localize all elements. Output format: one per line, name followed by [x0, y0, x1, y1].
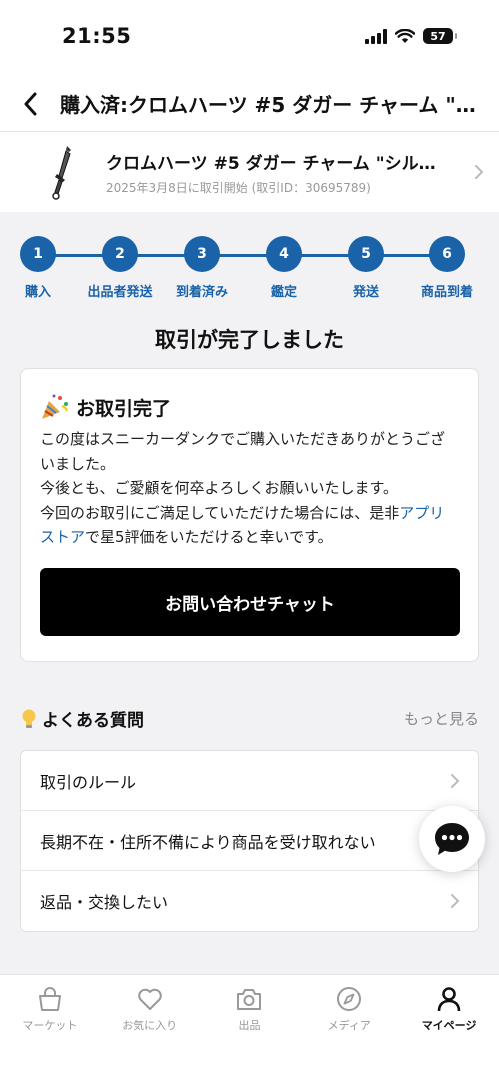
tab-label: 出品	[238, 1019, 261, 1032]
chevron-left-icon	[24, 92, 37, 115]
step-number: 3	[184, 236, 220, 272]
step-label: 購入	[24, 285, 51, 300]
tab-sell[interactable]: 出品	[200, 975, 300, 1080]
tab-label: お気に入り	[122, 1019, 178, 1032]
person-icon	[437, 987, 461, 1012]
bag-icon	[38, 987, 61, 1011]
step-label: 到着済み	[175, 285, 228, 300]
faq-title-text: よくある質問	[42, 711, 144, 731]
battery-icon: 57	[423, 28, 457, 44]
step-number: 4	[266, 236, 302, 272]
tab-media[interactable]: メディア	[299, 975, 399, 1080]
step-label: 出品者発送	[87, 285, 153, 300]
faq-item-return-exchange[interactable]: 返品・交換したい	[21, 871, 478, 931]
compass-icon	[337, 987, 362, 1011]
step-number: 1	[20, 236, 56, 272]
back-button[interactable]	[0, 76, 60, 132]
faq-item-cannot-receive[interactable]: 長期不在・住所不備により商品を受け取れない	[21, 811, 478, 871]
message-line: 今回のお取引にご満足していただけた場合には、是非アプリストアで星5評価をいただけ…	[40, 501, 459, 550]
signal-icon	[365, 28, 387, 44]
faq-list: 取引のルール 長期不在・住所不備により商品を受け取れない 返品・交換したい	[20, 750, 479, 932]
card-message: この度はスニーカーダンクでご購入いただきありがとうございました。 今後とも、ご愛…	[40, 427, 459, 550]
step-label: 商品到着	[420, 285, 473, 300]
faq-title: よくある質問	[20, 706, 144, 731]
message-text: 今回のお取引にご満足していただけた場合には、是非	[40, 503, 400, 522]
wifi-icon	[395, 28, 415, 43]
step-label: 鑑定	[270, 285, 297, 300]
step-seller-shipped: 2 出品者発送	[80, 236, 160, 300]
step-number: 6	[429, 236, 465, 272]
chevron-right-icon	[451, 894, 460, 908]
card-title: お取引完了	[40, 393, 459, 421]
message-line: この度はスニーカーダンクでご購入いただきありがとうございました。	[40, 430, 446, 473]
camera-icon	[237, 989, 262, 1010]
tab-label: マーケット	[22, 1019, 78, 1032]
status-icons: 57	[365, 28, 457, 44]
step-label: 発送	[352, 285, 379, 300]
tab-market[interactable]: マーケット	[0, 975, 100, 1080]
completion-heading: 取引が完了しました	[155, 328, 344, 352]
step-number: 5	[348, 236, 384, 272]
party-popper-icon	[42, 394, 68, 419]
product-thumbnail	[36, 142, 88, 202]
completion-card: お取引完了 この度はスニーカーダンクでご購入いただきありがとうございました。 今…	[20, 368, 479, 662]
faq-header: よくある質問 もっと見る	[20, 706, 479, 731]
step-purchase: 1 購入	[0, 236, 78, 300]
faq-item-label: 返品・交換したい	[40, 893, 169, 912]
dagger-charm-image	[52, 146, 71, 200]
faq-item-rules[interactable]: 取引のルール	[21, 751, 478, 811]
heart-icon	[137, 988, 162, 1010]
card-title-text: お取引完了	[76, 397, 172, 420]
step-shipped: 5 発送	[326, 236, 406, 300]
tab-label: マイページ	[421, 1019, 477, 1032]
product-row[interactable]: クロムハーツ #5 ダガー チャーム "シルバー" 2025年3月8日に取引開始…	[0, 132, 499, 212]
lightbulb-icon	[22, 709, 36, 728]
product-info: クロムハーツ #5 ダガー チャーム "シルバー" 2025年3月8日に取引開始…	[106, 149, 459, 196]
faq-more-link[interactable]: もっと見る	[404, 708, 479, 729]
step-authentication: 4 鑑定	[244, 236, 324, 300]
chevron-right-icon	[459, 164, 499, 180]
tab-label: メディア	[327, 1019, 371, 1032]
floating-chat-button[interactable]	[419, 806, 485, 872]
bottom-tab-bar: マーケット お気に入り 出品 メディア マイページ	[0, 974, 499, 1080]
product-name: クロムハーツ #5 ダガー チャーム "シルバー"	[106, 153, 440, 174]
product-subtitle: 2025年3月8日に取引開始 (取引ID：30695789)	[106, 180, 371, 195]
message-line: 今後とも、ご愛顧を何卒よろしくお願いいたします。	[40, 479, 399, 497]
nav-header: 購入済:クロムハーツ #5 ダガー チャーム "シルバー"	[0, 76, 499, 132]
progress-steps: 1 購入 2 出品者発送 3 到着済み 4 鑑定 5 発送 6 商品到着	[0, 236, 499, 302]
message-text: で星5評価をいただけると幸いです。	[85, 528, 333, 546]
status-time: 21:55	[62, 24, 132, 48]
step-arrived: 3 到着済み	[162, 236, 242, 300]
step-delivered: 6 商品到着	[407, 236, 487, 300]
tab-favorites[interactable]: お気に入り	[100, 975, 200, 1080]
faq-item-label: 取引のルール	[40, 772, 137, 792]
tab-mypage[interactable]: マイページ	[399, 975, 499, 1080]
chevron-right-icon	[451, 773, 460, 788]
step-number: 2	[102, 236, 138, 272]
status-bar: 21:55 57	[0, 0, 499, 76]
faq-item-label: 長期不在・住所不備により商品を受け取れない	[40, 832, 376, 852]
contact-chat-button[interactable]: お問い合わせチャット	[40, 568, 460, 636]
page-title: 購入済:クロムハーツ #5 ダガー チャーム "シルバー"	[60, 93, 488, 117]
chat-bubble-icon	[435, 823, 469, 855]
